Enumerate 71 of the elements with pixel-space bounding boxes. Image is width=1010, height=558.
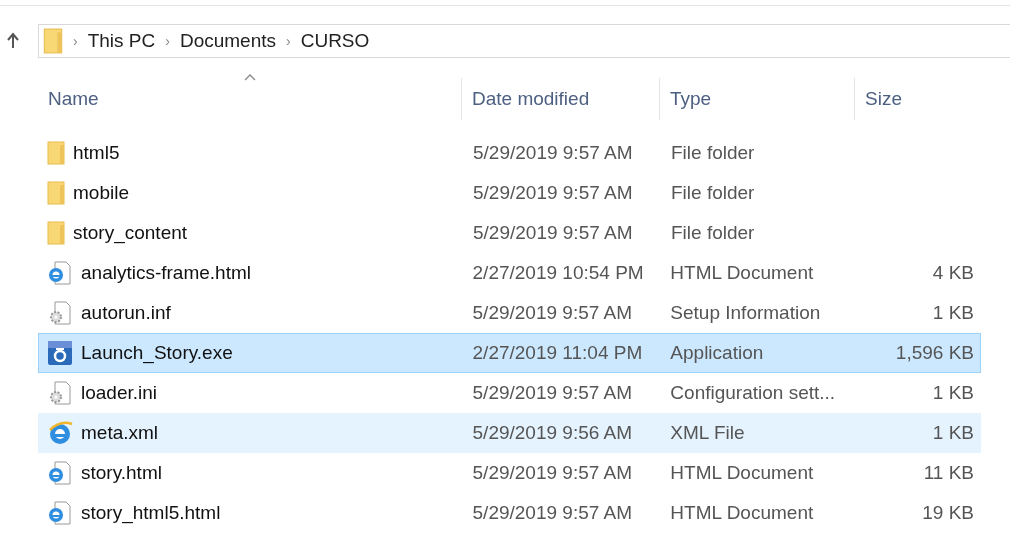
date-modified: 2/27/2019 10:54 PM [471,260,645,285]
file-type: File folder [670,180,756,205]
file-name: story_html5.html [81,500,221,526]
folder-icon [43,28,63,54]
up-arrow-icon[interactable] [6,32,20,50]
folder-icon [47,141,65,165]
column-header[interactable]: Size [855,78,980,120]
file-row[interactable]: story.html 5/29/2019 9:57 AM HTML Document 11 KB [38,453,981,493]
column-header[interactable]: Type [660,78,855,120]
date-modified: 5/29/2019 9:57 AM [471,380,634,405]
date-modified: 5/29/2019 9:56 AM [471,420,634,445]
column-header[interactable]: Name [38,78,462,120]
file-name: loader.ini [81,380,158,405]
file-size: 19 KB [921,500,975,525]
file-size: 1 KB [931,300,975,325]
file-row[interactable]: mobile 5/29/2019 9:57 AM File folder [38,173,981,213]
file-name: meta.xml [81,420,159,445]
app-icon [47,340,73,366]
file-type: File folder [670,220,756,245]
file-type: Application [669,340,765,365]
file-size: 1 KB [931,380,975,405]
date-modified: 5/29/2019 9:57 AM [471,300,634,325]
file-size: 1 KB [931,420,975,445]
sort-caret-icon [243,74,256,81]
web-document-icon [47,260,73,286]
file-type: XML File [669,420,746,445]
file-row[interactable]: analytics-frame.html 2/27/2019 10:54 PM HTML Document 4 KB [38,253,981,293]
file-type: HTML Document [669,460,815,485]
file-type: HTML Document [669,500,815,525]
web-document-icon [47,460,73,486]
file-row[interactable]: html5 5/29/2019 9:57 AM File folder [38,133,981,173]
file-name: Launch_Story.exe [81,340,233,366]
browser-icon [47,420,73,446]
date-modified: 5/29/2019 9:57 AM [471,460,634,485]
file-name: analytics-frame.html [81,260,251,285]
file-type: Configuration sett... [669,380,837,405]
file-name: html5 [73,140,120,165]
date-modified: 5/29/2019 9:57 AM [472,220,634,245]
web-document-icon [47,500,73,526]
file-size: 1,596 KB [894,340,975,365]
breadcrumb-separator: › [73,31,78,51]
column-header[interactable]: Date modified [462,78,660,120]
file-name: story_content [73,220,188,246]
file-row[interactable]: story_html5.html 5/29/2019 9:57 AM HTML Document 19 KB [38,493,981,533]
file-size: 11 KB [922,460,975,485]
gear-document-icon [47,380,73,406]
file-size: 4 KB [931,260,975,285]
breadcrumb-separator: › [165,31,170,51]
file-type: Setup Information [669,300,822,325]
breadcrumb-item[interactable]: CURSO [300,26,370,56]
date-modified: 5/29/2019 9:57 AM [472,140,634,165]
folder-icon [47,221,65,245]
breadcrumb-separator: › [286,31,291,51]
file-name: mobile [73,180,129,205]
folder-icon [47,181,65,205]
file-row[interactable]: Launch_Story.exe 2/27/2019 11:04 PM Application 1,596 KB [38,333,981,373]
date-modified: 2/27/2019 11:04 PM [471,340,644,365]
file-row[interactable]: loader.ini 5/29/2019 9:57 AM Configuration sett... 1 KB [38,373,981,413]
address-bar[interactable]: › This PC › Documents › CURSO [38,24,1010,58]
file-type: HTML Document [669,260,815,285]
gear-document-icon [47,300,73,326]
file-row[interactable]: story_content 5/29/2019 9:57 AM File folder [38,213,981,253]
breadcrumb-item[interactable]: Documents [179,26,277,56]
breadcrumb-item[interactable]: This PC [87,26,156,56]
file-name: story.html [81,460,162,485]
file-row[interactable]: meta.xml 5/29/2019 9:56 AM XML File 1 KB [38,413,981,453]
file-row[interactable]: autorun.inf 5/29/2019 9:57 AM Setup Information 1 KB [38,293,981,333]
date-modified: 5/29/2019 9:57 AM [472,180,634,205]
file-name: autorun.inf [81,300,171,325]
file-type: File folder [670,140,756,165]
date-modified: 5/29/2019 9:57 AM [471,500,634,525]
